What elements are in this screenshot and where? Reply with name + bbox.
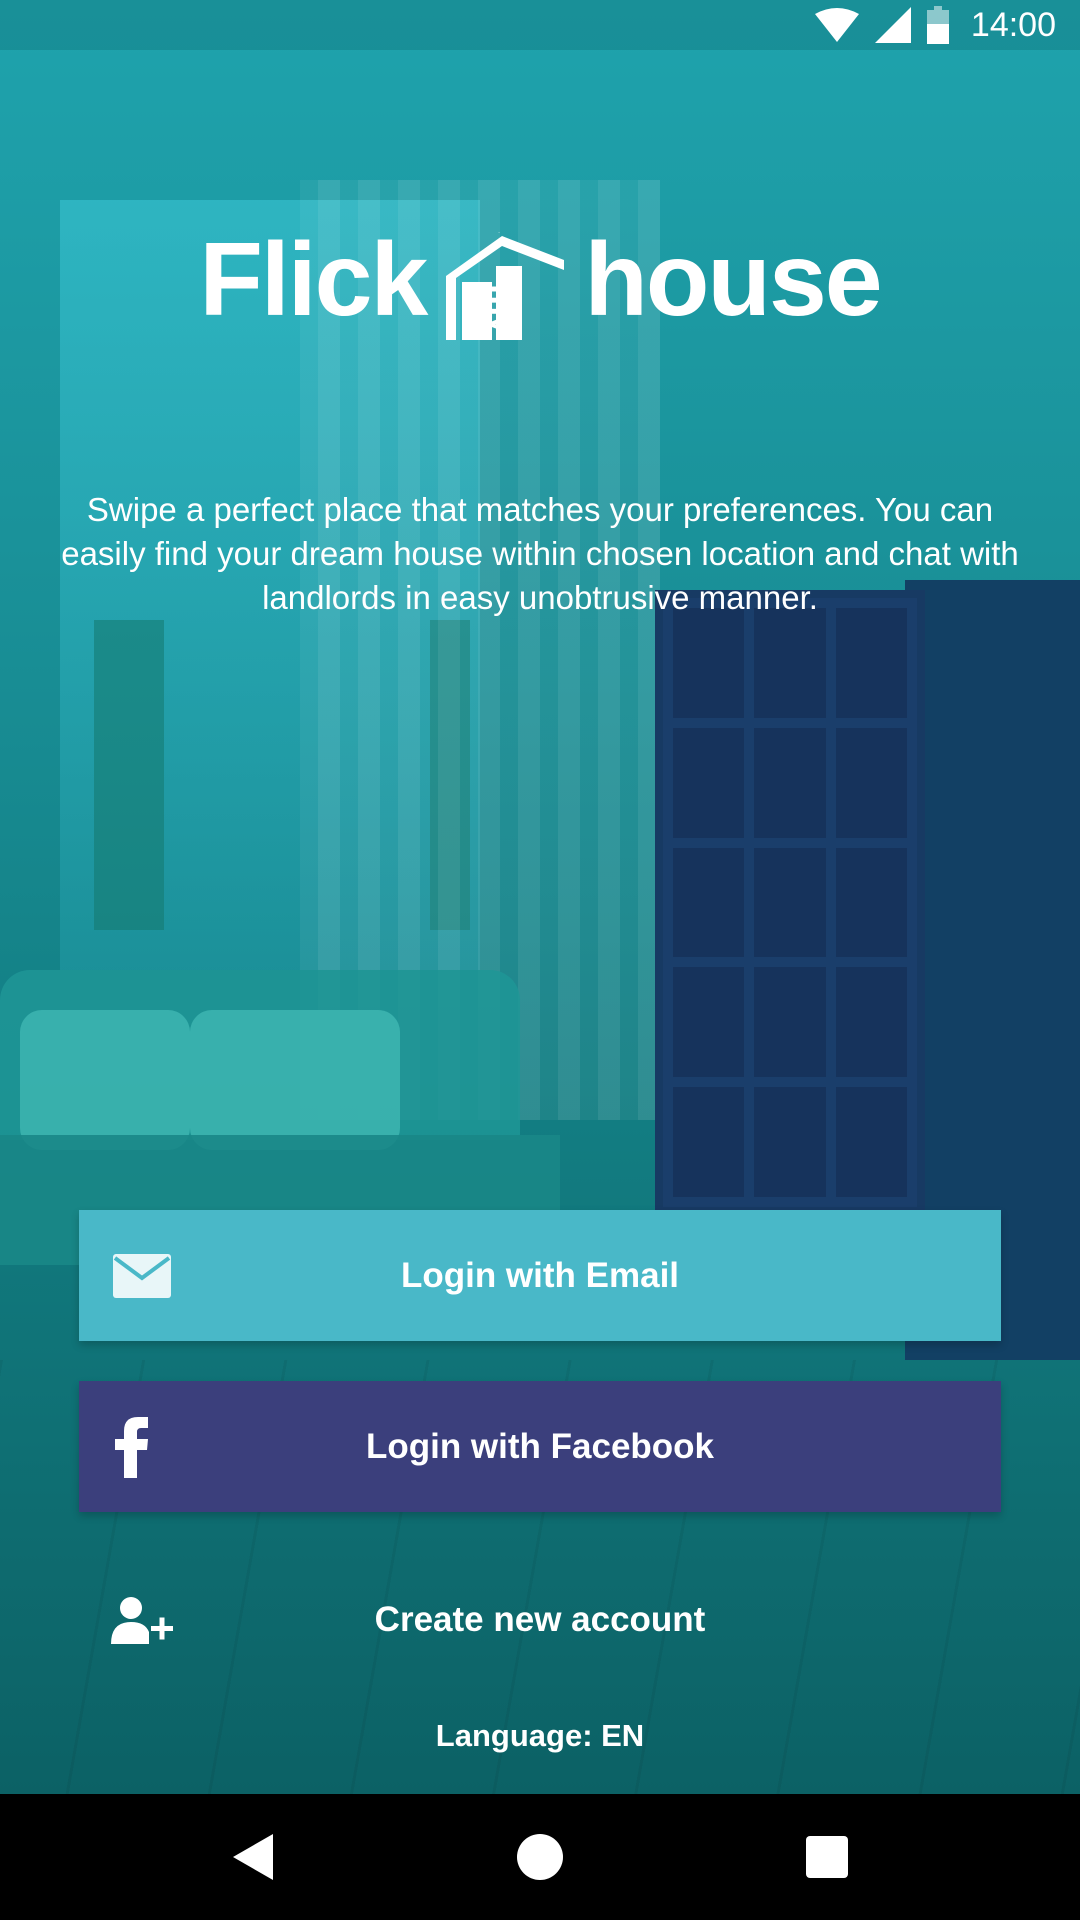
add-user-icon xyxy=(111,1596,175,1644)
background-bookshelf xyxy=(655,590,925,1215)
envelope-icon xyxy=(113,1253,171,1298)
login-screen: 14:00 Flick my house Swipe a perfect pla… xyxy=(0,0,1080,1794)
home-icon[interactable] xyxy=(495,1812,585,1902)
language-selector[interactable]: Language: EN xyxy=(0,1718,1080,1754)
background-pillow xyxy=(20,1010,190,1150)
facebook-icon xyxy=(113,1416,149,1478)
login-facebook-label: Login with Facebook xyxy=(365,1426,715,1466)
back-icon[interactable] xyxy=(208,1812,298,1902)
house-logo-icon: my xyxy=(440,224,570,340)
battery-icon xyxy=(926,6,949,44)
navigation-bar xyxy=(0,1794,1080,1920)
wifi-icon xyxy=(814,8,859,42)
cell-signal-icon xyxy=(874,7,911,43)
status-bar: 14:00 xyxy=(0,0,1080,50)
recents-icon[interactable] xyxy=(782,1812,872,1902)
logo-word-flick: Flick xyxy=(199,222,428,338)
status-time: 14:00 xyxy=(970,5,1056,44)
logo-word-my: my xyxy=(483,284,525,333)
app-logo: Flick my house xyxy=(0,200,1080,340)
login-facebook-button[interactable]: Login with Facebook xyxy=(79,1381,1001,1512)
tagline-text: Swipe a perfect place that matches your … xyxy=(61,491,1019,616)
background-pillow xyxy=(190,1010,400,1150)
logo-word-house: house xyxy=(584,222,882,338)
create-account-label: Create new account xyxy=(374,1600,706,1639)
create-account-button[interactable]: Create new account xyxy=(79,1555,1001,1685)
login-email-label: Login with Email xyxy=(400,1255,680,1295)
login-email-button[interactable]: Login with Email xyxy=(79,1210,1001,1341)
